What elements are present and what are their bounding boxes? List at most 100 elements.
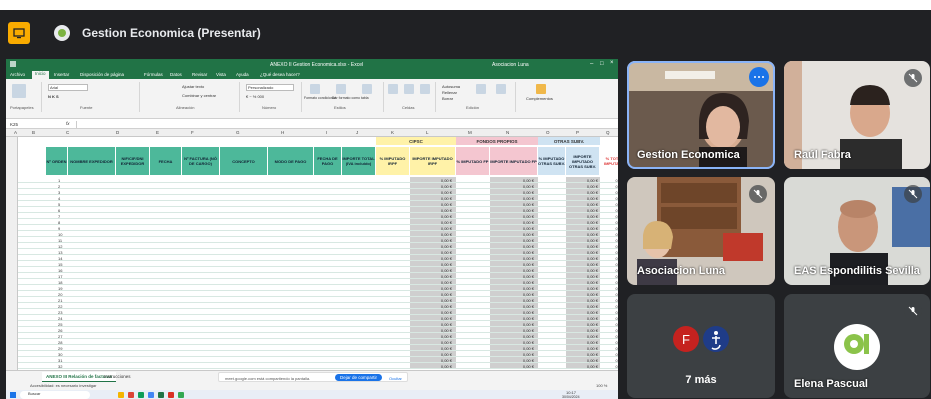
number-format-select[interactable]: Personalizado xyxy=(246,84,294,91)
presentation-icon-button[interactable] xyxy=(8,22,30,44)
autosum-button[interactable]: Autosuma xyxy=(442,84,460,89)
order-number[interactable]: 9 xyxy=(58,226,60,231)
cell-value[interactable]: 0,00 € xyxy=(414,244,452,249)
cell-value[interactable]: 0,00 € xyxy=(568,322,598,327)
column-header[interactable]: J xyxy=(356,130,358,135)
order-number[interactable]: 12 xyxy=(58,244,62,249)
cell-value[interactable]: 0,00 € xyxy=(414,322,452,327)
cell-value[interactable]: 0,00 % xyxy=(602,298,618,303)
cell-value[interactable]: 0,00 € xyxy=(568,232,598,237)
more-participants-tile[interactable]: F 7 más xyxy=(627,294,775,398)
order-number[interactable]: 8 xyxy=(58,220,60,225)
cell-value[interactable]: 0,00 € xyxy=(568,286,598,291)
order-number[interactable]: 21 xyxy=(58,298,62,303)
cell-value[interactable]: 0,00 € xyxy=(568,238,598,243)
fill-button[interactable]: Rellenar xyxy=(442,90,457,95)
order-number[interactable]: 2 xyxy=(58,184,60,189)
order-number[interactable]: 27 xyxy=(58,334,62,339)
cell-value[interactable]: 0,00 € xyxy=(568,364,598,369)
cell-value[interactable]: 0,00 € xyxy=(494,190,534,195)
wrap-text-button[interactable]: Ajustar texto xyxy=(182,84,204,89)
chrome-icon[interactable] xyxy=(138,392,144,398)
cell-value[interactable]: 0,00 € xyxy=(414,238,452,243)
cell-value[interactable]: 0,00 € xyxy=(568,274,598,279)
tab-archivo[interactable]: Archivo xyxy=(10,72,25,77)
excel-taskbar-icon[interactable] xyxy=(158,392,164,398)
order-number[interactable]: 17 xyxy=(58,274,62,279)
cell-value[interactable]: 0,00 € xyxy=(494,226,534,231)
cell-value[interactable]: 0,00 € xyxy=(568,346,598,351)
cell-value[interactable]: 0,00 % xyxy=(602,268,618,273)
order-number[interactable]: 25 xyxy=(58,322,62,327)
cell-value[interactable]: 0,00 € xyxy=(414,178,452,183)
order-number[interactable]: 14 xyxy=(58,256,62,261)
cell-value[interactable]: 0,00 € xyxy=(568,316,598,321)
cell-value[interactable]: 0,00 € xyxy=(568,340,598,345)
bold-icon[interactable]: N K S xyxy=(48,94,59,99)
file-explorer-icon[interactable] xyxy=(118,392,124,398)
cell-value[interactable]: 0,00 € xyxy=(568,310,598,315)
order-number[interactable]: 28 xyxy=(58,340,62,345)
cell-value[interactable]: 0,00 € xyxy=(494,184,534,189)
tab-datos[interactable]: Datos xyxy=(170,72,182,77)
cell-value[interactable]: 0,00 € xyxy=(494,256,534,261)
maximize-icon[interactable]: □ xyxy=(600,61,604,67)
save-icon[interactable] xyxy=(10,61,16,67)
cell-value[interactable]: 0,00 % xyxy=(602,262,618,267)
order-number[interactable]: 26 xyxy=(58,328,62,333)
participant-tile-elena[interactable]: Elena Pascual xyxy=(784,294,930,398)
formula-input[interactable] xyxy=(76,121,616,128)
column-header[interactable]: C xyxy=(66,130,69,135)
cell-value[interactable]: 0,00 € xyxy=(494,208,534,213)
accessibility-status[interactable]: Accesibilidad: es necesario investigar xyxy=(30,383,96,388)
cell-value[interactable]: 0,00 € xyxy=(568,292,598,297)
cell-value[interactable]: 0,00 € xyxy=(494,280,534,285)
cell-value[interactable]: 0,00 % xyxy=(602,226,618,231)
cell-value[interactable]: 0,00 € xyxy=(494,310,534,315)
cell-value[interactable]: 0,00 € xyxy=(568,184,598,189)
close-icon[interactable]: × xyxy=(610,60,614,66)
column-header[interactable]: M xyxy=(468,130,472,135)
cell-value[interactable]: 0,00 % xyxy=(602,322,618,327)
cell-value[interactable]: 0,00 € xyxy=(414,304,452,309)
cell-value[interactable]: 0,00 % xyxy=(602,196,618,201)
cell-value[interactable]: 0,00 € xyxy=(568,244,598,249)
column-header[interactable]: A xyxy=(14,130,17,135)
cell-value[interactable]: 0,00 € xyxy=(568,202,598,207)
cell-value[interactable]: 0,00 € xyxy=(414,232,452,237)
app-icon-3[interactable] xyxy=(178,392,184,398)
cell-value[interactable]: 0,00 € xyxy=(568,268,598,273)
tell-me-search[interactable]: ¿Qué desea hacer? xyxy=(260,72,300,77)
cell-value[interactable]: 0,00 € xyxy=(494,298,534,303)
cell-value[interactable]: 0,00 € xyxy=(414,208,452,213)
cell-value[interactable]: 0,00 € xyxy=(414,310,452,315)
cell-value[interactable]: 0,00 € xyxy=(494,322,534,327)
cell-value[interactable]: 0,00 € xyxy=(494,178,534,183)
minimize-icon[interactable]: – xyxy=(590,61,593,67)
cell-value[interactable]: 0,00 € xyxy=(494,196,534,201)
column-header[interactable]: H xyxy=(281,130,284,135)
cell-value[interactable]: 0,00 € xyxy=(414,190,452,195)
cell-value[interactable]: 0,00 € xyxy=(494,352,534,357)
cell-value[interactable]: 0,00 € xyxy=(414,298,452,303)
cell-value[interactable]: 0,00 % xyxy=(602,328,618,333)
cell-value[interactable]: 0,00 € xyxy=(414,280,452,285)
cell-value[interactable]: 0,00 % xyxy=(602,286,618,291)
order-number[interactable]: 7 xyxy=(58,214,60,219)
insert-cells-icon[interactable] xyxy=(388,84,398,94)
column-header[interactable]: Q xyxy=(606,130,610,135)
cell-value[interactable]: 0,00 € xyxy=(568,262,598,267)
order-number[interactable]: 24 xyxy=(58,316,62,321)
cell-value[interactable]: 0,00 € xyxy=(494,214,534,219)
cell-value[interactable]: 0,00 € xyxy=(414,196,452,201)
cell-value[interactable]: 0,00 € xyxy=(494,262,534,267)
cell-value[interactable]: 0,00 € xyxy=(414,328,452,333)
cell-value[interactable]: 0,00 € xyxy=(414,334,452,339)
cell-value[interactable]: 0,00 € xyxy=(494,364,534,369)
cell-styles-icon[interactable] xyxy=(362,84,372,94)
cell-value[interactable]: 0,00 % xyxy=(602,352,618,357)
cell-value[interactable]: 0,00 € xyxy=(568,304,598,309)
order-number[interactable]: 3 xyxy=(58,190,60,195)
addins-icon[interactable] xyxy=(536,84,546,94)
cell-value[interactable]: 0,00 % xyxy=(602,208,618,213)
